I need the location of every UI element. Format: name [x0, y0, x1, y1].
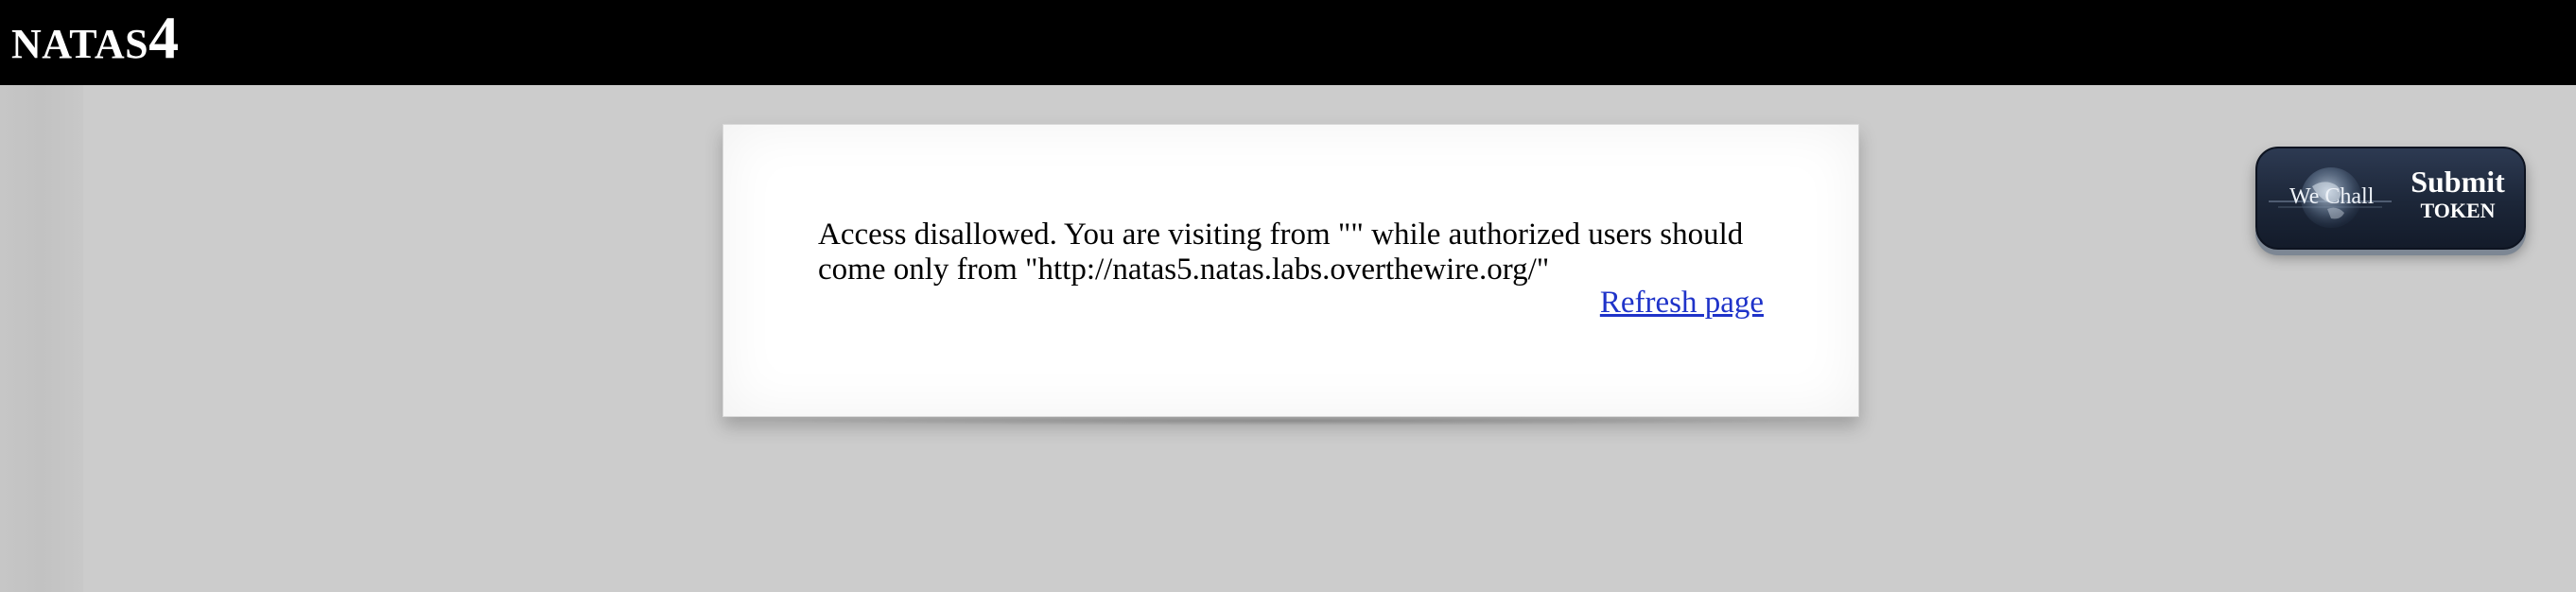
- submit-label: Submit: [2411, 165, 2505, 199]
- refresh-page-link[interactable]: Refresh page: [1600, 286, 1764, 321]
- page-title: NATAS4: [11, 8, 180, 68]
- title-prefix: NATAS: [11, 21, 149, 67]
- title-number: 4: [148, 4, 180, 71]
- left-gutter: [0, 85, 83, 592]
- content-card: Access disallowed. You are visiting from…: [722, 124, 1859, 426]
- header-bar: NATAS4: [0, 0, 2576, 85]
- access-message: Access disallowed. You are visiting from…: [818, 218, 1744, 287]
- submit-token-label: Submit TOKEN: [2397, 165, 2518, 224]
- wechall-brand: We Chall: [2289, 184, 2375, 209]
- token-label: TOKEN: [2420, 199, 2496, 222]
- submit-token-button[interactable]: We Chall Submit TOKEN: [2255, 147, 2526, 250]
